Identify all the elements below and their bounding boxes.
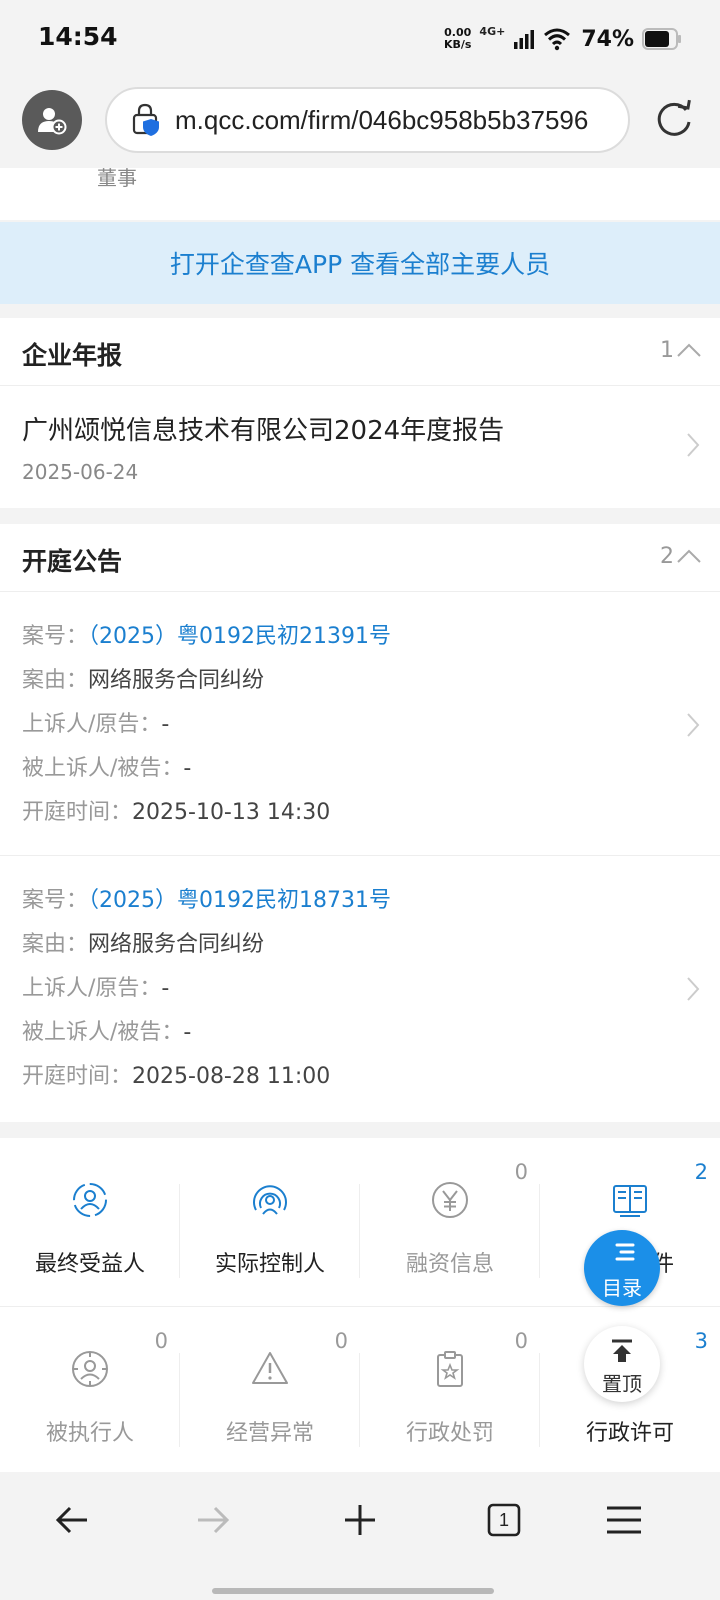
toc-button[interactable]: 目录 — [584, 1230, 660, 1306]
chevron-right-icon — [687, 713, 700, 737]
list-item[interactable]: 案号：（2025）粤0192民初18731号 案由：网络服务合同纠纷 上诉人/原… — [0, 856, 720, 1120]
section-title: 企业年报 — [22, 341, 123, 370]
grid-label: 被执行人 — [45, 1421, 134, 1446]
book-icon — [613, 1185, 647, 1217]
back-button[interactable] — [42, 1494, 102, 1546]
chevron-right-icon — [687, 433, 700, 457]
grid-item-penalty[interactable]: 0 行政处罚 — [360, 1307, 540, 1473]
browser-bottom-nav: 1 — [0, 1472, 720, 1600]
battery-percent: 74% — [581, 26, 634, 52]
grid-count: 3 — [694, 1329, 708, 1353]
court-header[interactable]: 开庭公告 2 — [0, 524, 720, 592]
hearing-time: 2025-08-28 11:00 — [132, 1064, 331, 1089]
grid-label: 行政许可 — [585, 1421, 674, 1446]
grid-item-beneficiary[interactable]: 最终受益人 — [0, 1138, 180, 1304]
grid-item-abnormal[interactable]: 0 经营异常 — [180, 1307, 360, 1473]
tab-count: 1 — [498, 1509, 509, 1530]
network-type: 4G+ — [479, 24, 506, 38]
beneficiary-icon — [73, 1183, 107, 1217]
account-button[interactable] — [22, 90, 82, 150]
report-date: 2025-06-24 — [22, 460, 139, 484]
plaintiff: - — [161, 976, 170, 1001]
grid-count: 2 — [694, 1160, 708, 1184]
director-role: 董事 — [97, 168, 137, 190]
directors-section-tail: 董事 — [0, 168, 720, 220]
plus-icon — [345, 1505, 375, 1535]
arrow-left-icon — [55, 1506, 87, 1534]
plaintiff: - — [161, 712, 170, 737]
grid-item-executed-person[interactable]: 0 被执行人 — [0, 1307, 180, 1473]
add-user-icon — [38, 108, 67, 135]
status-indicators: 0.00 KB/s 4G+ 74% — [444, 24, 682, 54]
tabs-button[interactable]: 1 — [474, 1494, 534, 1546]
defendant: - — [183, 756, 192, 781]
grid-label: 经营异常 — [225, 1421, 314, 1446]
wifi-icon — [544, 28, 571, 51]
defendant: - — [183, 1020, 192, 1045]
toc-label: 目录 — [602, 1276, 642, 1300]
case-cause: 网络服务合同纠纷 — [88, 932, 265, 957]
grid-count: 0 — [334, 1329, 348, 1353]
net-speed: 0.00 KB/s — [443, 26, 472, 51]
grid-count: 0 — [514, 1329, 528, 1353]
arrow-right-icon — [198, 1506, 230, 1534]
grid-count: 0 — [154, 1329, 168, 1353]
annual-report-header[interactable]: 企业年报 1 — [0, 318, 720, 386]
grid-item-financing[interactable]: 0 融资信息 — [360, 1138, 540, 1304]
feature-grid: 最终受益人 实际控制人 0 融资信息 2 0 被执行人 0 经营异常 0 行政处… — [0, 1138, 720, 1472]
court-announcement-section: 开庭公告 2 案号：（2025）粤0192民初21391号 案由：网络服务合同纠… — [0, 524, 720, 1122]
battery-icon — [642, 28, 681, 50]
secure-lock-icon — [132, 103, 159, 136]
section-title: 开庭公告 — [22, 547, 123, 576]
status-bar: 14:54 0.00 KB/s 4G+ 74% — [0, 0, 720, 78]
grid-label: 行政处罚 — [405, 1421, 494, 1446]
case-cause: 网络服务合同纠纷 — [88, 668, 265, 693]
signal-icon — [514, 30, 535, 49]
grid-label: 融资信息 — [405, 1252, 494, 1277]
status-time: 14:54 — [38, 22, 118, 51]
list-icon — [615, 1243, 635, 1261]
arrow-up-icon — [612, 1339, 632, 1362]
url-text: m.qcc.com/firm/046bc958b5b37596 — [175, 104, 589, 135]
top-label: 置顶 — [602, 1372, 642, 1396]
section-count: 1 — [660, 338, 674, 363]
chevron-up-icon — [677, 549, 701, 563]
chevron-right-icon — [687, 977, 700, 1001]
section-count: 2 — [660, 544, 674, 569]
case-number-link[interactable]: （2025）粤0192民初21391号 — [88, 624, 391, 649]
grid-item-controller[interactable]: 实际控制人 — [180, 1138, 360, 1304]
warning-icon — [252, 1352, 288, 1384]
menu-button[interactable] — [594, 1494, 654, 1546]
reload-icon — [657, 99, 691, 136]
executed-person-icon — [72, 1351, 108, 1387]
browser-toolbar: m.qcc.com/firm/046bc958b5b37596 — [0, 78, 720, 168]
back-to-top-button[interactable]: 置顶 — [584, 1326, 660, 1402]
penalty-icon — [437, 1351, 463, 1387]
menu-icon — [607, 1506, 641, 1534]
yen-icon — [432, 1182, 468, 1218]
new-tab-button[interactable] — [330, 1494, 390, 1546]
address-bar[interactable]: m.qcc.com/firm/046bc958b5b37596 — [105, 87, 630, 153]
annual-report-section: 企业年报 1 广州颂悦信息技术有限公司2024年度报告 2025-06-24 — [0, 318, 720, 508]
case-number-link[interactable]: （2025）粤0192民初18731号 — [88, 888, 391, 913]
grid-label: 实际控制人 — [214, 1252, 325, 1277]
reload-button[interactable] — [652, 98, 696, 142]
home-indicator[interactable] — [212, 1588, 494, 1594]
grid-count: 0 — [514, 1160, 528, 1184]
list-item[interactable]: 广州颂悦信息技术有限公司2024年度报告 2025-06-24 — [0, 386, 720, 508]
chevron-up-icon — [677, 343, 701, 357]
list-item[interactable]: 案号：（2025）粤0192民初21391号 案由：网络服务合同纠纷 上诉人/原… — [0, 592, 720, 856]
forward-button[interactable] — [183, 1494, 243, 1546]
report-title: 广州颂悦信息技术有限公司2024年度报告 — [22, 416, 505, 446]
hearing-time: 2025-10-13 14:30 — [132, 800, 331, 825]
open-app-banner[interactable]: 打开企查查APP 查看全部主要人员 — [0, 222, 720, 304]
grid-label: 最终受益人 — [34, 1252, 145, 1277]
controller-icon — [253, 1185, 287, 1215]
